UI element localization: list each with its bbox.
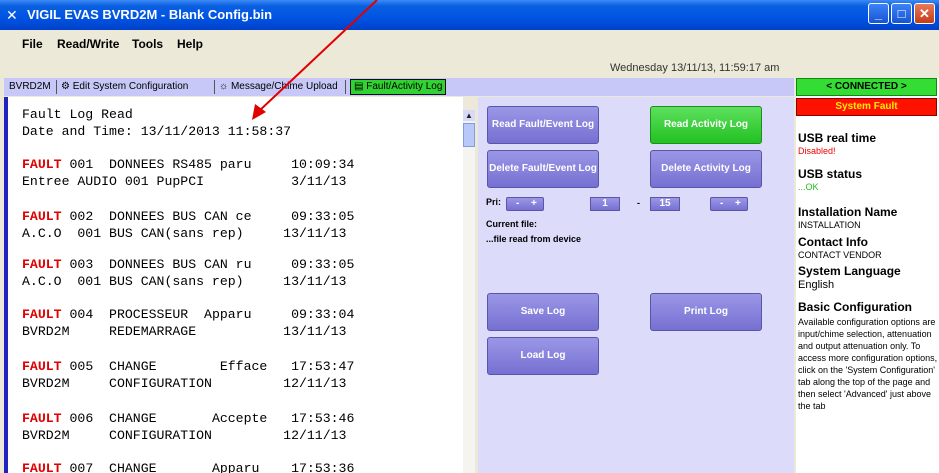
arrow-line xyxy=(257,0,378,113)
annotation-arrow-icon xyxy=(252,0,378,120)
